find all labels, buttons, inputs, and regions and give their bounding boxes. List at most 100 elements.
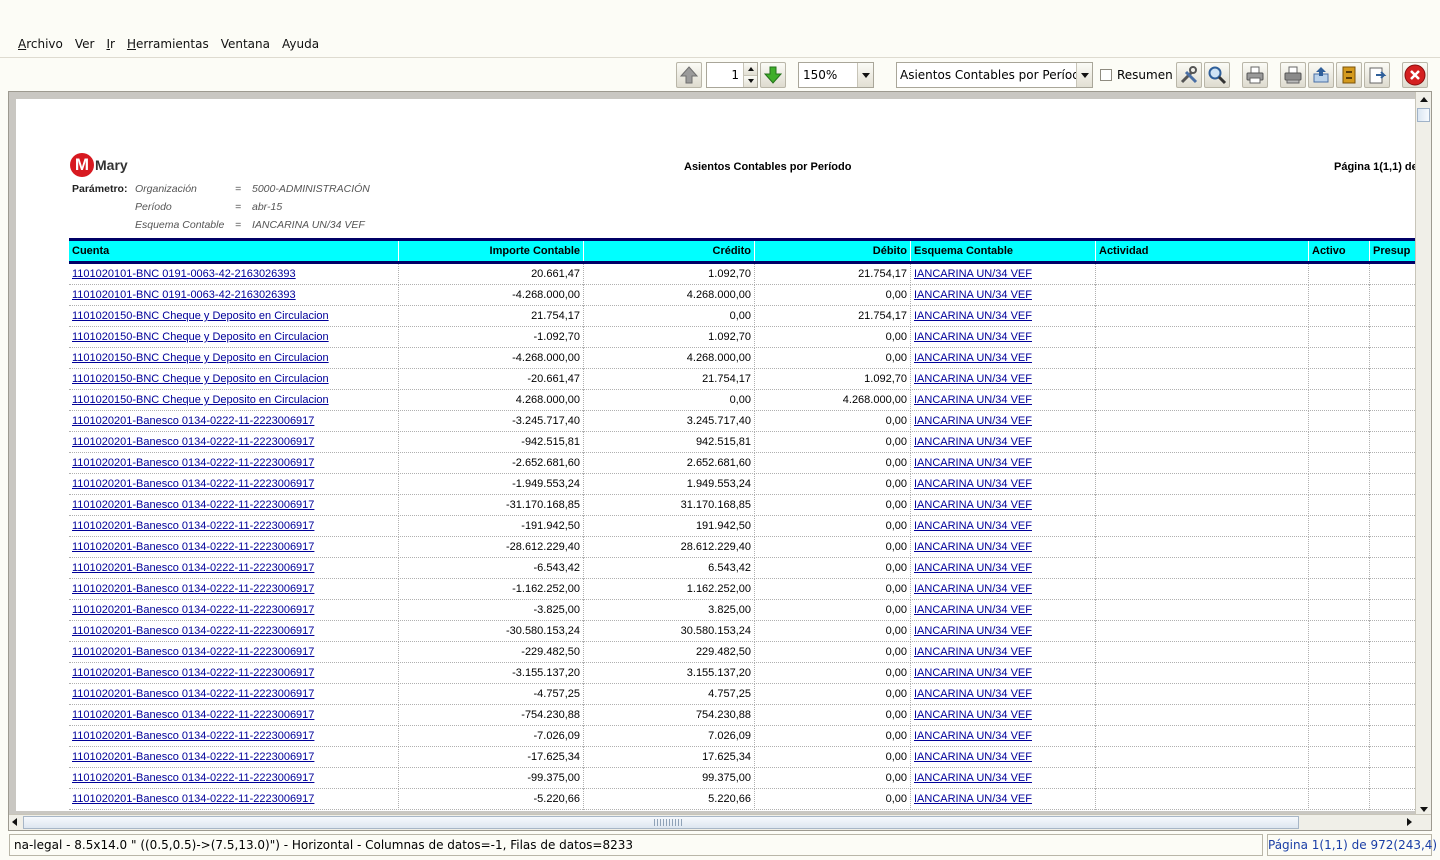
next-page-button[interactable] (760, 62, 786, 88)
column-header[interactable]: Activo (1309, 241, 1370, 261)
account-link[interactable]: 1101020101-BNC 0191-0063-42-2163026393 (72, 268, 296, 280)
menu-item-ir[interactable]: Ir (100, 37, 120, 51)
menu-item-ver[interactable]: Ver (69, 37, 101, 51)
menu-item-ayuda[interactable]: Ayuda (276, 37, 325, 51)
schema-link[interactable]: IANCARINA UN/34 VEF (914, 625, 1032, 637)
previous-page-button[interactable] (676, 62, 702, 88)
schema-link[interactable]: IANCARINA UN/34 VEF (914, 562, 1032, 574)
table-row: 1101020201-Banesco 0134-0222-11-22230069… (69, 516, 1417, 537)
schema-link[interactable]: IANCARINA UN/34 VEF (914, 373, 1032, 385)
checkbox-box[interactable] (1100, 69, 1112, 81)
page-number-spinner[interactable]: 1 (706, 62, 758, 88)
schema-link[interactable]: IANCARINA UN/34 VEF (914, 730, 1032, 742)
table-cell (1096, 390, 1309, 411)
account-link[interactable]: 1101020150-BNC Cheque y Deposito en Circ… (72, 331, 329, 343)
spinner-down-button[interactable] (744, 74, 757, 87)
schema-link[interactable]: IANCARINA UN/34 VEF (914, 751, 1032, 763)
find-button[interactable] (1204, 62, 1230, 88)
report-dropdown-button[interactable] (1076, 63, 1092, 87)
spinner-up-button[interactable] (744, 63, 757, 75)
account-link[interactable]: 1101020201-Banesco 0134-0222-11-22230069… (72, 520, 314, 532)
scroll-up-button[interactable] (1416, 92, 1431, 106)
schema-link[interactable]: IANCARINA UN/34 VEF (914, 583, 1032, 595)
menu-item-herramientas[interactable]: Herramientas (121, 37, 215, 51)
close-button[interactable] (1402, 62, 1428, 88)
scroll-left-button[interactable] (12, 818, 17, 826)
resumen-checkbox[interactable]: Resumen (1100, 68, 1173, 82)
account-link[interactable]: 1101020201-Banesco 0134-0222-11-22230069… (72, 457, 314, 469)
account-link[interactable]: 1101020201-Banesco 0134-0222-11-22230069… (72, 478, 314, 490)
column-header[interactable]: Crédito (584, 241, 755, 261)
account-link[interactable]: 1101020201-Banesco 0134-0222-11-22230069… (72, 625, 314, 637)
account-link[interactable]: 1101020201-Banesco 0134-0222-11-22230069… (72, 646, 314, 658)
vertical-scrollbar[interactable] (1415, 92, 1431, 816)
archive-button[interactable] (1336, 62, 1362, 88)
account-link[interactable]: 1101020201-Banesco 0134-0222-11-22230069… (72, 709, 314, 721)
account-link[interactable]: 1101020101-BNC 0191-0063-42-2163026393 (72, 289, 296, 301)
schema-link[interactable]: IANCARINA UN/34 VEF (914, 331, 1032, 343)
schema-link[interactable]: IANCARINA UN/34 VEF (914, 688, 1032, 700)
account-link[interactable]: 1101020201-Banesco 0134-0222-11-22230069… (72, 541, 314, 553)
account-link[interactable]: 1101020201-Banesco 0134-0222-11-22230069… (72, 751, 314, 763)
report-select[interactable]: Asientos Contables por Período (896, 62, 1093, 88)
scroll-right-button[interactable] (1407, 818, 1412, 826)
account-link[interactable]: 1101020201-Banesco 0134-0222-11-22230069… (72, 415, 314, 427)
column-header[interactable]: Cuenta (69, 241, 399, 261)
account-link[interactable]: 1101020150-BNC Cheque y Deposito en Circ… (72, 373, 329, 385)
schema-link[interactable]: IANCARINA UN/34 VEF (914, 646, 1032, 658)
schema-link[interactable]: IANCARINA UN/34 VEF (914, 415, 1032, 427)
account-link[interactable]: 1101020201-Banesco 0134-0222-11-22230069… (72, 436, 314, 448)
zoom-dropdown-button[interactable] (857, 63, 873, 87)
schema-link[interactable]: IANCARINA UN/34 VEF (914, 793, 1032, 805)
table-cell (1309, 348, 1370, 369)
menu-item-ventana[interactable]: Ventana (215, 37, 276, 51)
schema-link[interactable]: IANCARINA UN/34 VEF (914, 394, 1032, 406)
schema-link[interactable]: IANCARINA UN/34 VEF (914, 499, 1032, 511)
column-header[interactable]: Importe Contable (399, 241, 584, 261)
schema-link[interactable]: IANCARINA UN/34 VEF (914, 667, 1032, 679)
schema-link[interactable]: IANCARINA UN/34 VEF (914, 268, 1032, 280)
schema-link[interactable]: IANCARINA UN/34 VEF (914, 604, 1032, 616)
column-header[interactable]: Débito (755, 241, 911, 261)
account-link[interactable]: 1101020201-Banesco 0134-0222-11-22230069… (72, 667, 314, 679)
print-preview-button[interactable] (1280, 62, 1306, 88)
column-header[interactable]: Esquema Contable (911, 241, 1096, 261)
menu-item-archivo[interactable]: Archivo (12, 37, 69, 51)
schema-link[interactable]: IANCARINA UN/34 VEF (914, 289, 1032, 301)
account-link[interactable]: 1101020201-Banesco 0134-0222-11-22230069… (72, 604, 314, 616)
account-link[interactable]: 1101020201-Banesco 0134-0222-11-22230069… (72, 688, 314, 700)
account-link[interactable]: 1101020150-BNC Cheque y Deposito en Circ… (72, 352, 329, 364)
column-header[interactable]: Actividad (1096, 241, 1309, 261)
schema-link[interactable]: IANCARINA UN/34 VEF (914, 310, 1032, 322)
report-viewer[interactable]: M Mary Asientos Contables por Período Pá… (8, 91, 1432, 831)
schema-link[interactable]: IANCARINA UN/34 VEF (914, 709, 1032, 721)
account-link[interactable]: 1101020150-BNC Cheque y Deposito en Circ… (72, 310, 329, 322)
account-link[interactable]: 1101020150-BNC Cheque y Deposito en Circ… (72, 394, 329, 406)
vertical-scroll-thumb[interactable] (1417, 108, 1430, 122)
column-header[interactable]: Presup (1370, 241, 1417, 261)
table-row: 1101020201-Banesco 0134-0222-11-22230069… (69, 537, 1417, 558)
account-link[interactable]: 1101020201-Banesco 0134-0222-11-22230069… (72, 793, 314, 805)
table-cell: 229.482,50 (584, 642, 755, 663)
table-cell (1309, 747, 1370, 768)
schema-link[interactable]: IANCARINA UN/34 VEF (914, 478, 1032, 490)
horizontal-scroll-thumb[interactable] (23, 816, 1299, 829)
schema-link[interactable]: IANCARINA UN/34 VEF (914, 436, 1032, 448)
customize-button[interactable] (1176, 62, 1202, 88)
account-link[interactable]: 1101020201-Banesco 0134-0222-11-22230069… (72, 772, 314, 784)
print-button[interactable] (1242, 62, 1268, 88)
account-link[interactable]: 1101020201-Banesco 0134-0222-11-22230069… (72, 583, 314, 595)
schema-link[interactable]: IANCARINA UN/34 VEF (914, 520, 1032, 532)
schema-link[interactable]: IANCARINA UN/34 VEF (914, 541, 1032, 553)
export-button[interactable] (1364, 62, 1390, 88)
zoom-select[interactable]: 150% (798, 62, 874, 88)
account-link[interactable]: 1101020201-Banesco 0134-0222-11-22230069… (72, 562, 314, 574)
account-link[interactable]: 1101020201-Banesco 0134-0222-11-22230069… (72, 730, 314, 742)
table-cell: IANCARINA UN/34 VEF (911, 768, 1096, 789)
account-link[interactable]: 1101020201-Banesco 0134-0222-11-22230069… (72, 499, 314, 511)
schema-link[interactable]: IANCARINA UN/34 VEF (914, 352, 1032, 364)
send-button[interactable] (1308, 62, 1334, 88)
schema-link[interactable]: IANCARINA UN/34 VEF (914, 772, 1032, 784)
horizontal-scrollbar[interactable] (9, 814, 1431, 830)
schema-link[interactable]: IANCARINA UN/34 VEF (914, 457, 1032, 469)
